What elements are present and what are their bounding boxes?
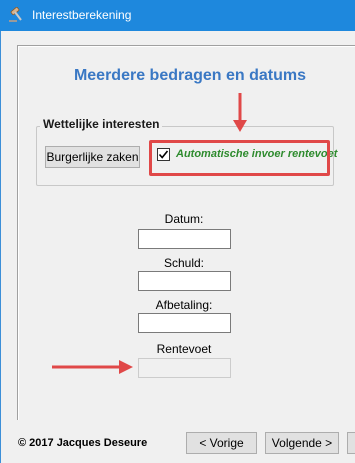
window-title: Interestberekening: [32, 8, 132, 22]
page-title: Meerdere bedragen en datums: [73, 67, 307, 84]
copyright-text: © 2017 Jacques Deseure: [18, 437, 148, 449]
civil-matters-button[interactable]: Burgerlijke zaken: [45, 146, 140, 168]
annotation-arrow-right-icon: [52, 360, 133, 374]
schuld-label: Schuld:: [163, 256, 205, 270]
afbetaling-label: Afbetaling:: [155, 298, 213, 312]
partial-button[interactable]: [347, 432, 355, 454]
afbetaling-input[interactable]: [138, 313, 231, 333]
previous-button[interactable]: < Vorige: [186, 432, 257, 454]
next-button[interactable]: Volgende >: [265, 432, 339, 454]
window-border: [0, 31, 1, 463]
datum-label: Datum:: [164, 212, 204, 226]
annotation-arrow-down-icon: [233, 93, 247, 132]
title-bar: Interestberekening: [0, 0, 355, 31]
gavel-icon: [9, 7, 22, 22]
rentevoet-input: [138, 358, 231, 378]
legal-interest-legend: Wettelijke interesten: [40, 117, 163, 132]
highlight-box: [149, 140, 330, 176]
datum-input[interactable]: [138, 229, 231, 249]
rentevoet-label: Rentevoet: [156, 342, 212, 356]
schuld-input[interactable]: [138, 271, 231, 291]
